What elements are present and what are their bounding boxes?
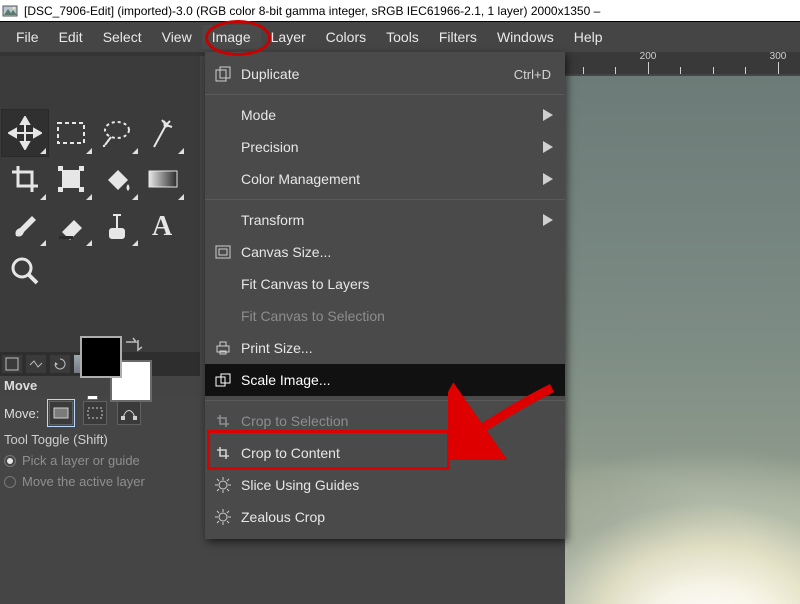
menu-canvas-size-label: Canvas Size... <box>241 244 331 260</box>
tool-bucket-fill[interactable] <box>94 156 140 202</box>
tool-rect-select[interactable] <box>48 110 94 156</box>
duplicate-icon <box>213 64 233 84</box>
ruler-mark-300: 300 <box>770 52 787 62</box>
title-bar: [DSC_7906-Edit] (imported)-3.0 (RGB colo… <box>0 0 800 22</box>
menu-select[interactable]: Select <box>93 25 152 49</box>
menu-view[interactable]: View <box>152 25 202 49</box>
menu-crop-selection: Crop to Selection <box>205 405 565 437</box>
menu-mode-label: Mode <box>241 107 276 123</box>
menu-mode[interactable]: Mode <box>205 99 565 131</box>
gear-icon <box>213 507 233 527</box>
move-target-layer[interactable] <box>49 401 73 425</box>
menu-windows[interactable]: Windows <box>487 25 564 49</box>
tool-crop[interactable] <box>2 156 48 202</box>
menu-edit[interactable]: Edit <box>49 25 93 49</box>
menu-zealous-crop-label: Zealous Crop <box>241 509 325 525</box>
menu-color-management[interactable]: Color Management <box>205 163 565 195</box>
tool-transform[interactable] <box>48 156 94 202</box>
menu-layer[interactable]: Layer <box>261 25 316 49</box>
menu-bar: File Edit Select View Image Layer Colors… <box>0 22 800 52</box>
tool-free-select[interactable] <box>94 110 140 156</box>
radio-move-active-label: Move the active layer <box>22 474 145 489</box>
menu-crop-content-label: Crop to Content <box>241 445 340 461</box>
radio-pick-layer[interactable]: Pick a layer or guide <box>4 453 196 468</box>
canvas-area: 200 300 <box>565 52 800 604</box>
menu-canvas-size[interactable]: Canvas Size... <box>205 236 565 268</box>
horizontal-ruler[interactable]: 200 300 <box>565 52 800 74</box>
menu-colors[interactable]: Colors <box>316 25 376 49</box>
menu-file[interactable]: File <box>6 25 49 49</box>
menu-crop-selection-label: Crop to Selection <box>241 413 348 429</box>
tab-tool-options[interactable] <box>2 355 22 373</box>
radio-move-active[interactable]: Move the active layer <box>4 474 196 489</box>
menu-print-size-label: Print Size... <box>241 340 313 356</box>
image-menu-dropdown: Duplicate Ctrl+D Mode Precision Color Ma… <box>205 52 565 539</box>
menu-zealous-crop[interactable]: Zealous Crop <box>205 501 565 533</box>
radio-pick-layer-label: Pick a layer or guide <box>22 453 140 468</box>
menu-print-size[interactable]: Print Size... <box>205 332 565 364</box>
move-target-path[interactable] <box>117 401 141 425</box>
menu-fit-canvas-layers-label: Fit Canvas to Layers <box>241 276 369 292</box>
foreground-color[interactable] <box>80 336 122 378</box>
chevron-right-icon <box>543 109 553 121</box>
move-label: Move: <box>4 406 39 421</box>
menu-scale-image[interactable]: Scale Image... <box>205 364 565 396</box>
tool-fuzzy-select[interactable] <box>140 110 186 156</box>
tool-options-header: Move <box>0 376 200 396</box>
menu-duplicate-shortcut: Ctrl+D <box>514 67 551 82</box>
app-icon <box>2 3 18 19</box>
ruler-mark-200: 200 <box>640 52 657 62</box>
menu-duplicate-label: Duplicate <box>241 66 299 82</box>
menu-separator <box>205 199 565 200</box>
image-viewport[interactable] <box>565 76 800 604</box>
move-target-selection[interactable] <box>83 401 107 425</box>
chevron-right-icon <box>543 141 553 153</box>
tool-zoom[interactable] <box>2 248 48 294</box>
gear-icon <box>213 475 233 495</box>
tool-eraser[interactable] <box>48 202 94 248</box>
tool-gradient[interactable] <box>140 156 186 202</box>
menu-image[interactable]: Image <box>202 25 261 49</box>
svg-text:A: A <box>152 211 173 239</box>
menu-crop-content[interactable]: Crop to Content <box>205 437 565 469</box>
menu-color-management-label: Color Management <box>241 171 360 187</box>
menu-duplicate[interactable]: Duplicate Ctrl+D <box>205 58 565 90</box>
app-window: [DSC_7906-Edit] (imported)-3.0 (RGB colo… <box>0 0 800 604</box>
tool-text[interactable]: A <box>140 202 186 248</box>
tool-clone[interactable] <box>94 202 140 248</box>
menu-fit-canvas-selection-label: Fit Canvas to Selection <box>241 308 385 324</box>
menu-separator <box>205 400 565 401</box>
tab-device-status[interactable] <box>26 355 46 373</box>
menu-transform-label: Transform <box>241 212 304 228</box>
chevron-right-icon <box>543 173 553 185</box>
menu-slice-guides[interactable]: Slice Using Guides <box>205 469 565 501</box>
tool-paintbrush[interactable] <box>2 202 48 248</box>
menu-help[interactable]: Help <box>564 25 613 49</box>
tool-toggle-group: Tool Toggle (Shift) Pick a layer or guid… <box>0 430 200 491</box>
menu-filters[interactable]: Filters <box>429 25 487 49</box>
menu-precision-label: Precision <box>241 139 299 155</box>
print-icon <box>213 338 233 358</box>
menu-fit-canvas-selection: Fit Canvas to Selection <box>205 300 565 332</box>
crop-icon <box>213 411 233 431</box>
tab-undo-history[interactable] <box>50 355 70 373</box>
scale-icon <box>213 370 233 390</box>
tool-move[interactable] <box>2 110 48 156</box>
menu-fit-canvas-layers[interactable]: Fit Canvas to Layers <box>205 268 565 300</box>
toolbox: A <box>0 56 200 386</box>
menu-separator <box>205 94 565 95</box>
chevron-right-icon <box>543 214 553 226</box>
canvas-size-icon <box>213 242 233 262</box>
crop-icon <box>213 443 233 463</box>
image-content <box>565 76 800 604</box>
menu-precision[interactable]: Precision <box>205 131 565 163</box>
tool-toggle-header: Tool Toggle (Shift) <box>4 432 196 447</box>
menu-slice-guides-label: Slice Using Guides <box>241 477 359 493</box>
menu-scale-image-label: Scale Image... <box>241 372 331 388</box>
move-target-row: Move: <box>0 398 200 428</box>
window-title: [DSC_7906-Edit] (imported)-3.0 (RGB colo… <box>24 4 600 18</box>
menu-transform[interactable]: Transform <box>205 204 565 236</box>
menu-tools[interactable]: Tools <box>376 25 429 49</box>
